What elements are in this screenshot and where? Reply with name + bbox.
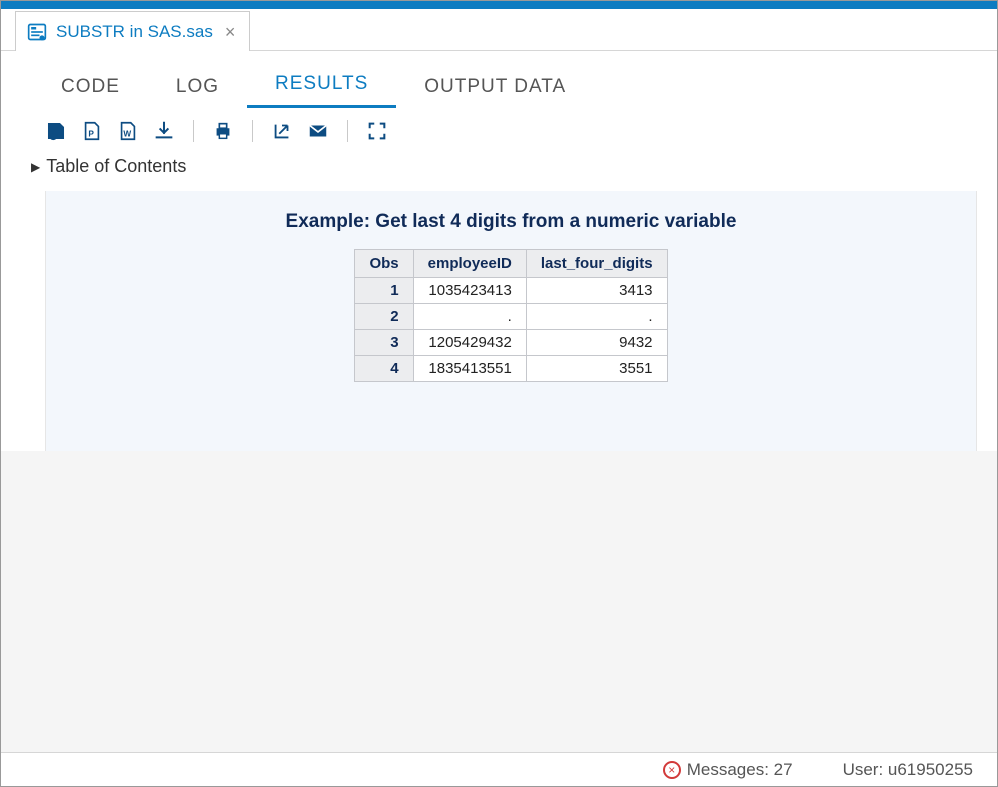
col-header-obs: Obs (355, 250, 413, 278)
tab-output-data[interactable]: OUTPUT DATA (396, 70, 594, 108)
cell-employeeid: 1205429432 (413, 330, 526, 356)
print-icon[interactable] (212, 120, 234, 142)
results-toolbar: P W (1, 108, 997, 148)
cell-last-four: . (526, 304, 667, 330)
results-output-area: Example: Get last 4 digits from a numeri… (45, 191, 977, 451)
table-row: 4 1835413551 3551 (355, 356, 667, 382)
open-pdf-icon[interactable]: P (81, 120, 103, 142)
cell-employeeid: 1835413551 (413, 356, 526, 382)
col-header-last-four: last_four_digits (526, 250, 667, 278)
file-tab-substr[interactable]: SUBSTR in SAS.sas × (15, 11, 250, 51)
subtab-row: CODE LOG RESULTS OUTPUT DATA (1, 51, 997, 108)
toc-label: Table of Contents (46, 156, 186, 177)
cell-employeeid: 1035423413 (413, 278, 526, 304)
cell-last-four: 3413 (526, 278, 667, 304)
status-bar: × Messages: 27 User: u61950255 (1, 752, 997, 786)
table-row: 1 1035423413 3413 (355, 278, 667, 304)
tab-results[interactable]: RESULTS (247, 67, 396, 108)
email-icon[interactable] (307, 120, 329, 142)
sas-program-icon (26, 21, 48, 43)
cell-obs: 3 (355, 330, 413, 356)
svg-text:W: W (123, 130, 131, 139)
tab-log[interactable]: LOG (148, 70, 247, 108)
cell-obs: 4 (355, 356, 413, 382)
new-window-icon[interactable] (271, 120, 293, 142)
window-accent-bar (1, 1, 997, 9)
proc-print-title: Example: Get last 4 digits from a numeri… (56, 211, 966, 233)
download-icon[interactable] (153, 120, 175, 142)
fullscreen-icon[interactable] (366, 120, 388, 142)
cell-last-four: 9432 (526, 330, 667, 356)
error-icon: × (663, 761, 681, 779)
toolbar-separator (252, 120, 253, 142)
svg-text:P: P (88, 130, 94, 139)
cell-obs: 1 (355, 278, 413, 304)
table-row: 3 1205429432 9432 (355, 330, 667, 356)
close-icon[interactable]: × (225, 23, 236, 41)
table-row: 2 . . (355, 304, 667, 330)
cell-employeeid: . (413, 304, 526, 330)
cell-last-four: 3551 (526, 356, 667, 382)
cell-obs: 2 (355, 304, 413, 330)
messages-button[interactable]: × Messages: 27 (663, 760, 793, 780)
col-header-employeeid: employeeID (413, 250, 526, 278)
user-label: User: u61950255 (843, 760, 973, 780)
table-of-contents-toggle[interactable]: ▶ Table of Contents (1, 148, 997, 185)
messages-label: Messages: 27 (687, 760, 793, 780)
tab-code[interactable]: CODE (33, 70, 148, 108)
caret-right-icon: ▶ (31, 160, 40, 174)
file-tab-label: SUBSTR in SAS.sas (56, 22, 213, 42)
results-table: Obs employeeID last_four_digits 1 103542… (354, 249, 667, 382)
file-tab-strip: SUBSTR in SAS.sas × (1, 9, 997, 51)
toolbar-separator (193, 120, 194, 142)
toolbar-separator (347, 120, 348, 142)
open-html-icon[interactable] (45, 120, 67, 142)
editor-pane: CODE LOG RESULTS OUTPUT DATA P W (1, 51, 997, 451)
open-rtf-icon[interactable]: W (117, 120, 139, 142)
